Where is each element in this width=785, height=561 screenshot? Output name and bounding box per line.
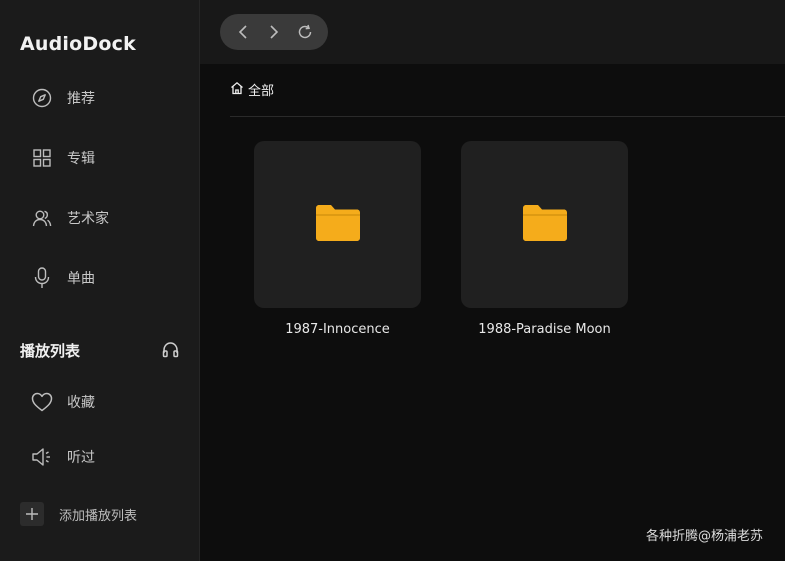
folder-thumbnail <box>461 141 628 308</box>
compass-icon <box>20 88 64 108</box>
back-icon[interactable] <box>230 19 256 45</box>
sidebar-item-singles[interactable]: 单曲 <box>20 261 185 295</box>
sidebar: AudioDock 推荐 专辑 艺术家 单曲 播放列表 收藏 听过 添加播放列表 <box>0 0 200 561</box>
sidebar-item-label: 推荐 <box>67 91 95 107</box>
speaker-icon <box>20 447 64 467</box>
sidebar-item-label: 艺术家 <box>67 211 109 227</box>
sidebar-item-recommend[interactable]: 推荐 <box>20 81 185 115</box>
folder-card[interactable]: 1988-Paradise Moon <box>461 141 628 337</box>
sidebar-item-label: 单曲 <box>67 271 95 287</box>
playlists-section-title: 播放列表 <box>20 342 81 360</box>
breadcrumb-label: 全部 <box>248 84 275 99</box>
watermark: 各种折腾@杨浦老苏 <box>645 529 763 544</box>
sidebar-item-history[interactable]: 听过 <box>20 440 185 474</box>
folder-name: 1988-Paradise Moon <box>478 322 611 337</box>
folder-icon <box>315 204 360 245</box>
home-icon <box>230 80 244 99</box>
divider <box>230 116 785 117</box>
plus-icon <box>20 502 44 526</box>
folder-thumbnail <box>254 141 421 308</box>
refresh-icon[interactable] <box>292 19 318 45</box>
top-bar <box>200 0 785 64</box>
sidebar-item-albums[interactable]: 专辑 <box>20 141 185 175</box>
heart-icon <box>20 392 64 412</box>
headphones-icon[interactable] <box>162 341 179 362</box>
folder-name: 1987-Innocence <box>285 322 390 337</box>
sidebar-item-label: 收藏 <box>67 395 95 411</box>
sidebar-item-favorites[interactable]: 收藏 <box>20 385 185 419</box>
add-playlist-button[interactable]: 添加播放列表 <box>20 502 137 526</box>
app-brand: AudioDock <box>20 33 136 55</box>
folder-icon <box>522 204 567 245</box>
sidebar-item-label: 专辑 <box>67 151 95 167</box>
users-icon <box>20 208 64 228</box>
sidebar-item-label: 听过 <box>67 450 95 466</box>
main-content: 全部 1987-Innocence 1988-Paradise Moon 各种折… <box>200 0 785 561</box>
breadcrumb[interactable]: 全部 <box>230 80 274 99</box>
navigation-controls <box>220 14 328 50</box>
folder-card[interactable]: 1987-Innocence <box>254 141 421 337</box>
app-window: AudioDock 推荐 专辑 艺术家 单曲 播放列表 收藏 听过 添加播放列表… <box>0 0 785 561</box>
add-playlist-label: 添加播放列表 <box>59 508 138 524</box>
grid-icon <box>20 149 64 167</box>
forward-icon[interactable] <box>261 19 287 45</box>
microphone-icon <box>20 267 64 289</box>
sidebar-item-artists[interactable]: 艺术家 <box>20 201 185 235</box>
